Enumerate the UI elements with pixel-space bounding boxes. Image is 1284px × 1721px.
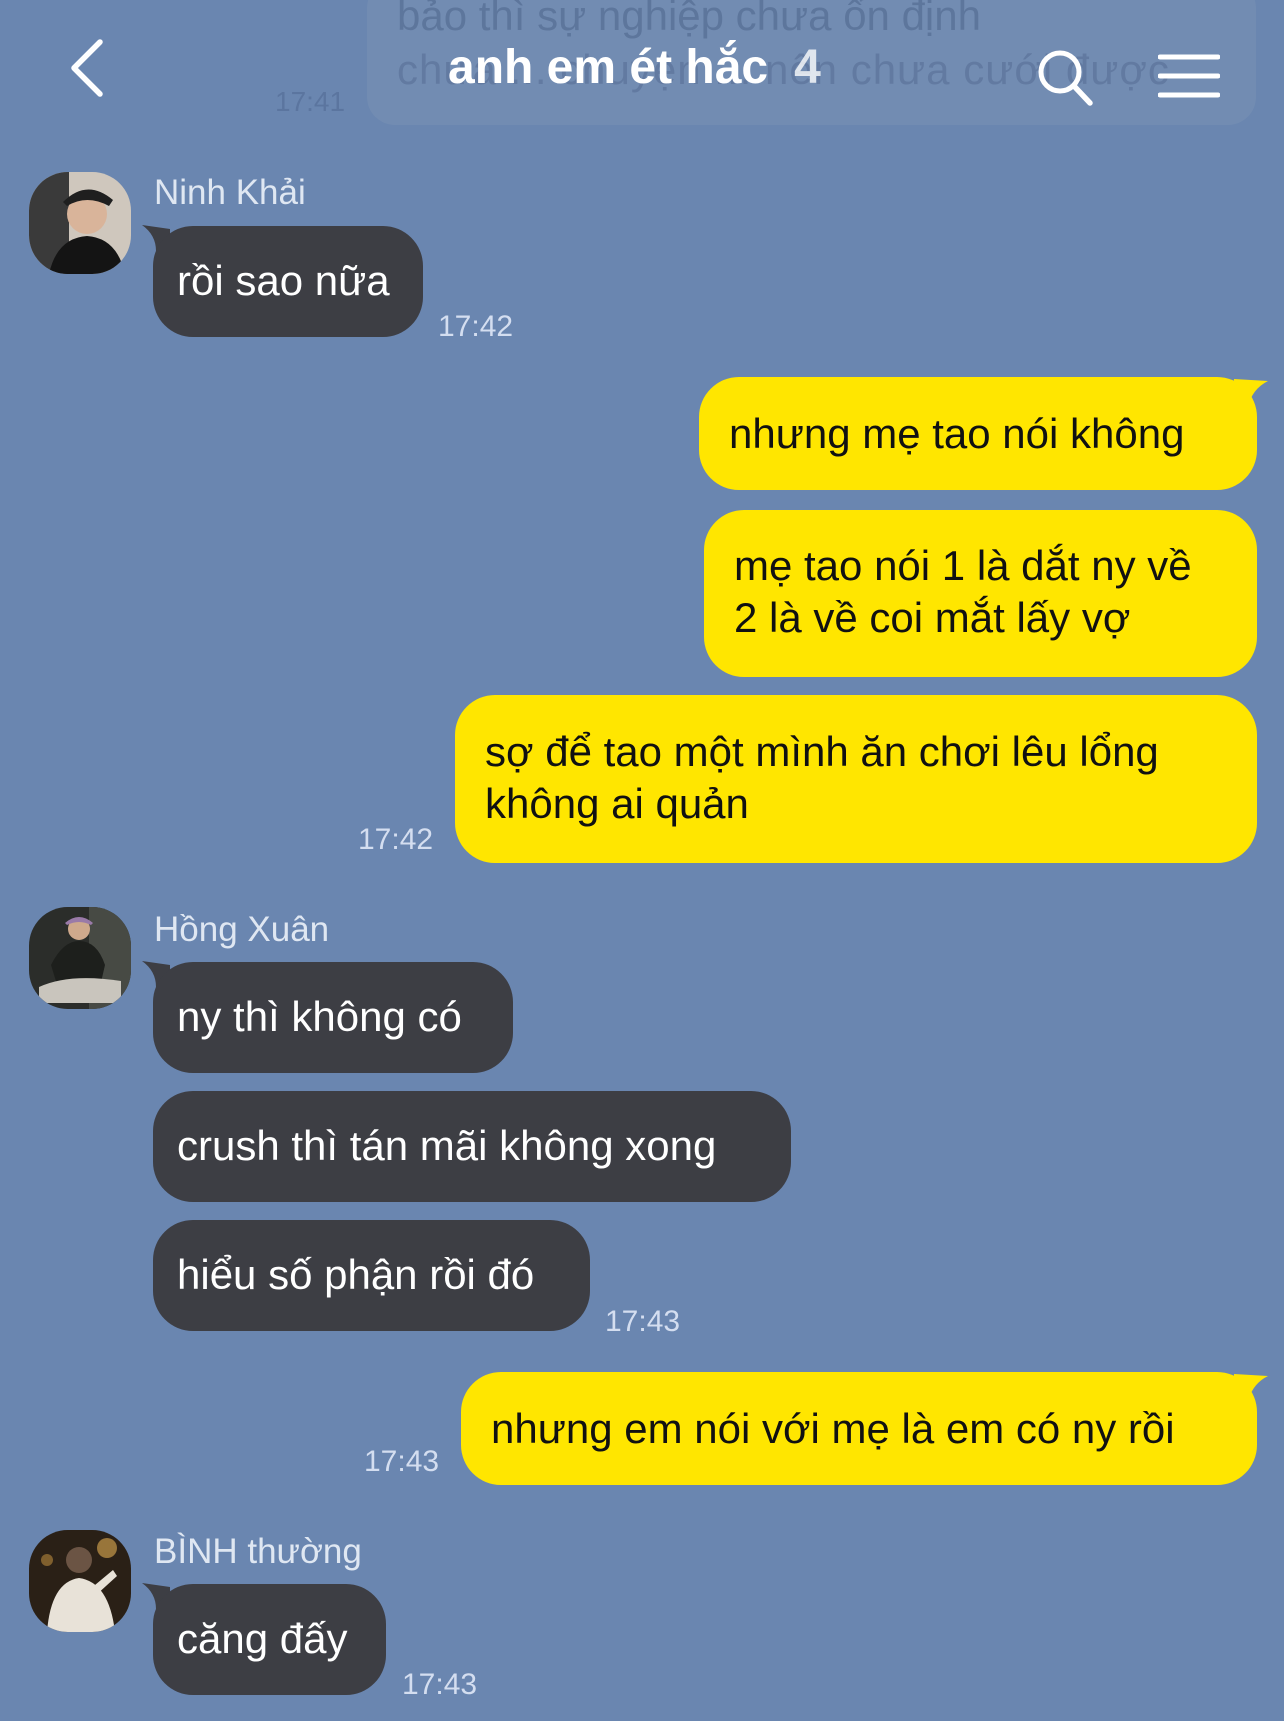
bubble-tail [1234, 379, 1268, 407]
search-icon[interactable] [1036, 48, 1094, 108]
message-time: 17:43 [402, 1668, 478, 1701]
avatar[interactable] [29, 172, 131, 274]
message-time: 17:42 [438, 310, 514, 343]
message-text: nhưng mẹ tao nói không [729, 410, 1185, 457]
message-text-line: 2 là về coi mắt lấy vợ [734, 594, 1131, 641]
back-chevron-icon[interactable] [62, 36, 118, 100]
message-text: ny thì không có [177, 993, 462, 1040]
sender-name: Ninh Khải [154, 173, 306, 212]
message-bubble[interactable]: nhưng em nói với mẹ là em có ny rồi [461, 1372, 1257, 1485]
avatar[interactable] [29, 907, 131, 1009]
message-text: rồi sao nữa [177, 257, 390, 304]
message-time: 17:43 [605, 1305, 681, 1338]
message-text: hiểu số phận rồi đó [177, 1251, 535, 1298]
message-bubble[interactable]: căng đấy [153, 1584, 386, 1695]
message-text: crush thì tán mãi không xong [177, 1122, 717, 1169]
message-bubble[interactable]: sợ để tao một mình ăn chơi lêu lổng khôn… [455, 695, 1257, 863]
menu-icon[interactable] [1158, 52, 1220, 100]
message-text-line: mẹ tao nói 1 là dắt ny về [734, 542, 1192, 589]
avatar[interactable] [29, 1530, 131, 1632]
bubble-tail [1234, 1374, 1268, 1402]
message-text-line: sợ để tao một mình ăn chơi lêu lổng [485, 728, 1159, 775]
member-count: 4 [794, 41, 821, 94]
sender-name: BÌNH thường [154, 1532, 362, 1571]
message-bubble[interactable]: hiểu số phận rồi đó [153, 1220, 590, 1331]
message-bubble[interactable]: crush thì tán mãi không xong [153, 1091, 791, 1202]
chat-header: anh em ét hắc 4 [0, 0, 1284, 140]
message-bubble[interactable]: ny thì không có [153, 962, 513, 1073]
message-time: 17:42 [358, 823, 434, 856]
sender-name: Hồng Xuân [154, 910, 330, 949]
group-name: anh em ét hắc [448, 41, 769, 94]
chat-title[interactable]: anh em ét hắc 4 [448, 40, 821, 96]
message-bubble[interactable]: mẹ tao nói 1 là dắt ny về 2 là về coi mắ… [704, 510, 1257, 677]
message-text: căng đấy [177, 1615, 348, 1662]
message-text: nhưng em nói với mẹ là em có ny rồi [491, 1405, 1175, 1452]
message-bubble[interactable]: rồi sao nữa [153, 226, 423, 337]
message-time: 17:43 [364, 1445, 440, 1478]
message-text-line: không ai quản [485, 780, 749, 827]
message-bubble[interactable]: nhưng mẹ tao nói không [699, 377, 1257, 490]
